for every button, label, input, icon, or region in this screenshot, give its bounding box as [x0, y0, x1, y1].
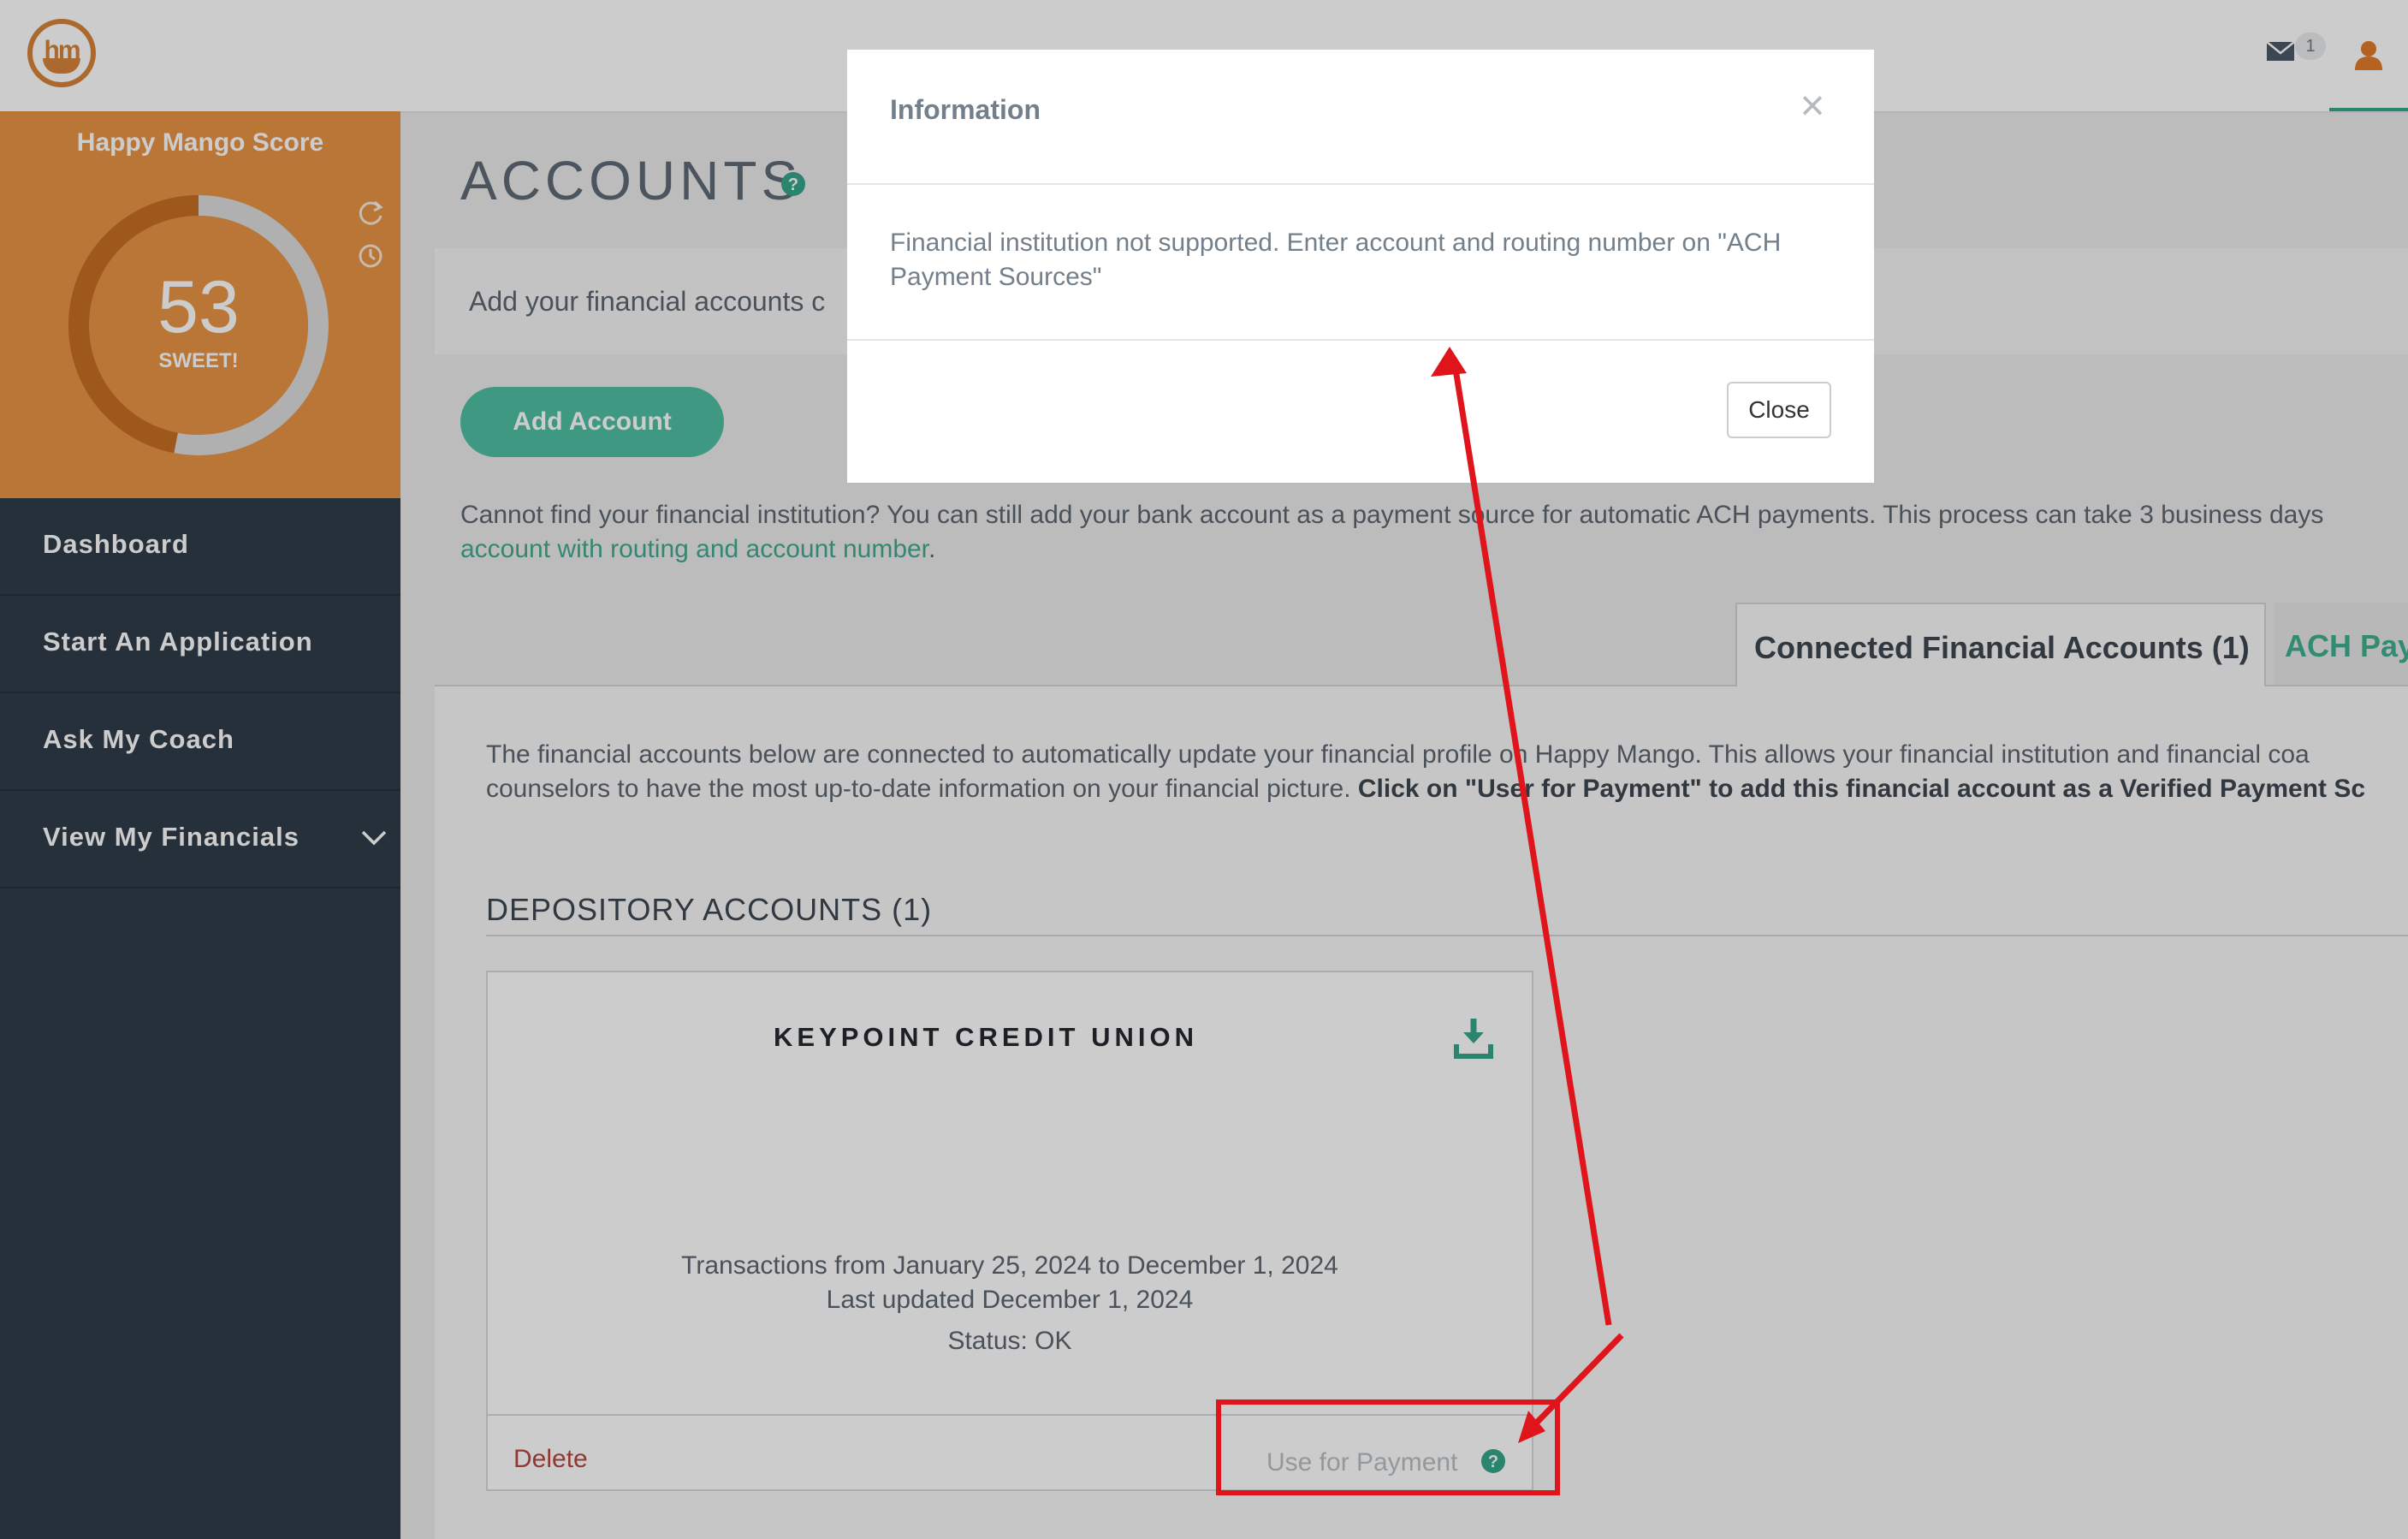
- close-button[interactable]: Close: [1727, 382, 1831, 438]
- modal-footer-divider: [847, 339, 1874, 341]
- information-modal: Information × Financial institution not …: [847, 50, 1874, 483]
- modal-header-divider: [847, 183, 1874, 185]
- close-icon[interactable]: ×: [1795, 84, 1830, 127]
- modal-title: Information: [890, 94, 1041, 125]
- modal-message: Financial institution not supported. Ent…: [890, 229, 1782, 291]
